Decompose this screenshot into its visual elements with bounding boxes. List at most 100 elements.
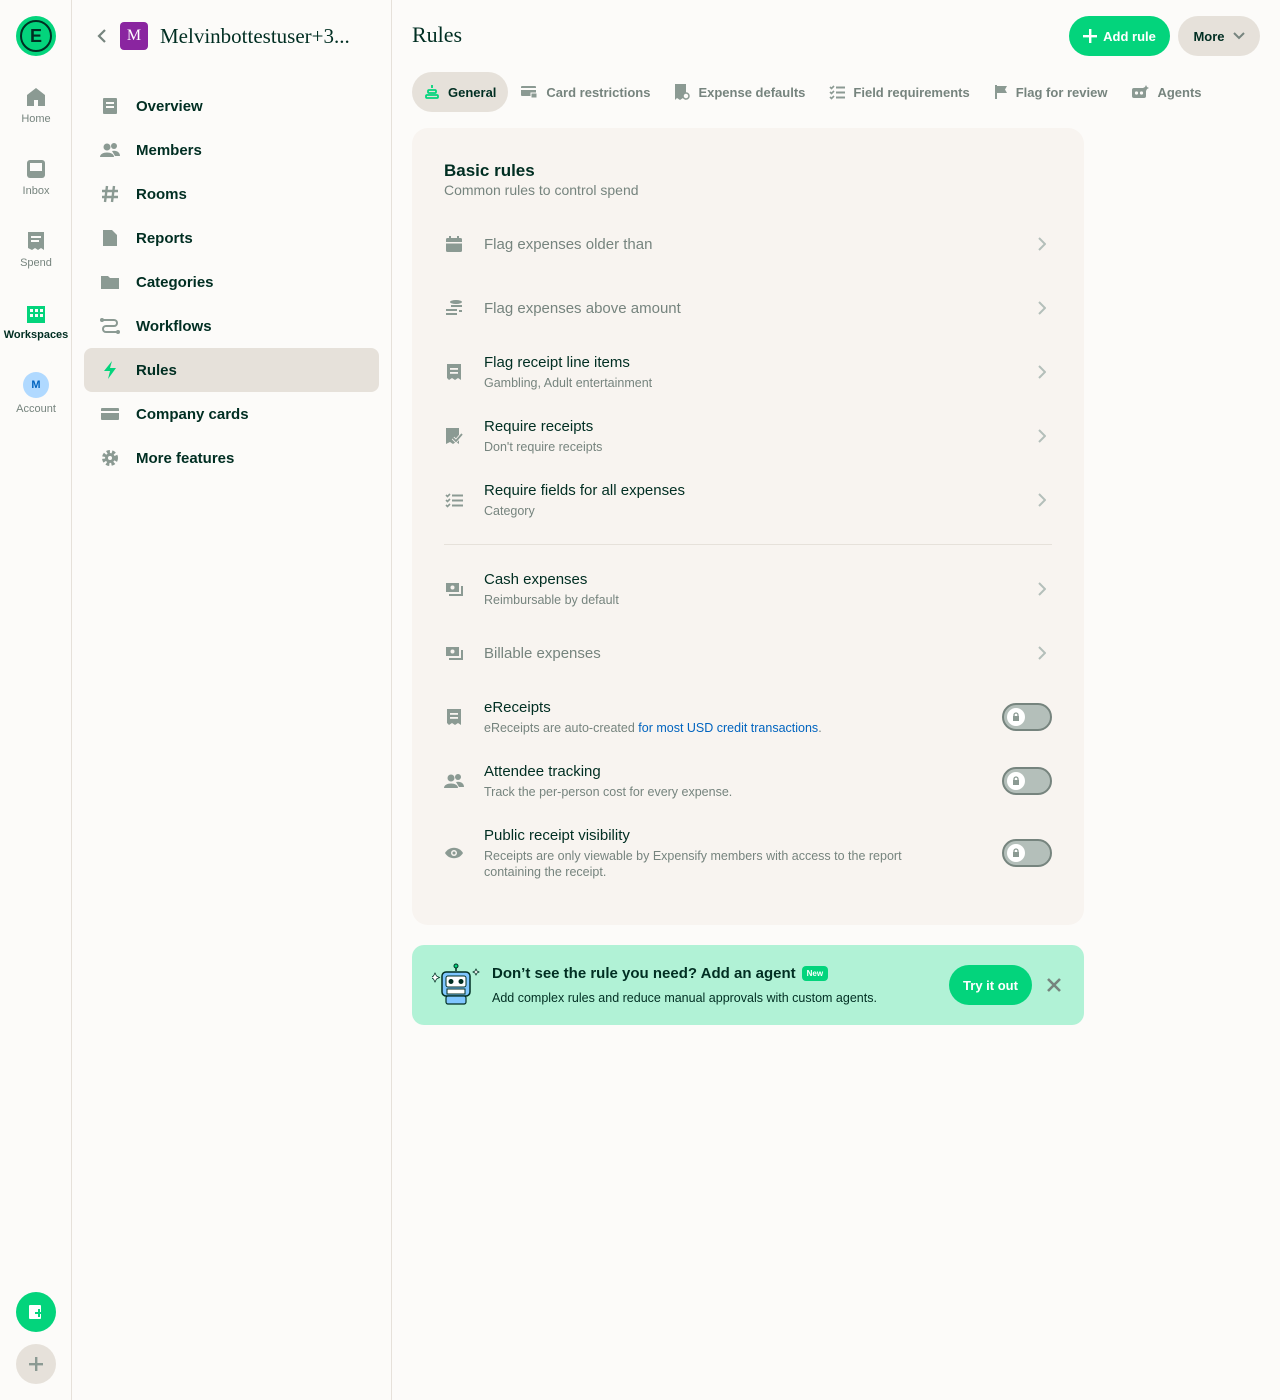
coins-icon (446, 300, 462, 315)
rail-label-account: Account (16, 403, 56, 415)
sidebar-item-more-features[interactable]: More features (84, 436, 379, 480)
sidebar-item-company-cards[interactable]: Company cards (84, 392, 379, 436)
gear-icon (102, 450, 118, 466)
tab-card-restrictions[interactable]: Card restrictions (508, 72, 662, 112)
rule-title: Require fields for all expenses (484, 481, 685, 499)
hashtag-icon (102, 185, 118, 203)
rule-subtitle: Receipts are only viewable by Expensify … (484, 848, 902, 879)
try-it-out-button[interactable]: Try it out (949, 965, 1032, 1005)
new-expense-icon (29, 1305, 43, 1319)
cash-icon (446, 583, 463, 596)
checklist-icon (829, 85, 846, 100)
rule-row-cash-expenses[interactable]: Cash expenses Reimbursable by default (444, 561, 1052, 617)
sidebar-item-rooms[interactable]: Rooms (84, 172, 379, 216)
receipt-icon (447, 709, 461, 725)
rule-row-attendee-tracking: Attendee tracking Track the per-person c… (444, 753, 1052, 809)
ereceipts-toggle[interactable] (1002, 703, 1052, 731)
rule-row-flag-older[interactable]: Flag expenses older than (444, 216, 1052, 272)
card-lock-icon (521, 86, 538, 99)
global-create-button[interactable] (16, 1344, 56, 1384)
rail-label-home: Home (21, 113, 51, 125)
chevron-right-icon (1038, 237, 1046, 251)
tab-agents[interactable]: Agents (1119, 72, 1213, 112)
document-icon (103, 98, 117, 114)
new-badge: New (801, 966, 829, 981)
rule-row-billable-expenses[interactable]: Billable expenses (444, 625, 1052, 681)
sidebar-label-members: Members (136, 141, 202, 159)
workspace-header: M Melvinbottestuser+3... (92, 20, 370, 52)
more-label: More (1193, 28, 1225, 44)
workspace-sidebar: M Melvinbottestuser+3... Overview Member… (72, 0, 392, 1400)
attendee-tracking-toggle[interactable] (1002, 767, 1052, 795)
receipt-icon (447, 364, 461, 380)
rule-title: eReceipts (484, 698, 551, 716)
agent-promo-banner: Don’t see the rule you need? Add an agen… (412, 945, 1084, 1025)
rule-subtitle: Reimbursable by default (484, 592, 619, 607)
ereceipts-link[interactable]: for most USD credit transactions (638, 721, 818, 735)
sidebar-item-overview[interactable]: Overview (84, 84, 379, 128)
rule-subtitle: Category (484, 503, 535, 518)
rail-item-workspaces[interactable]: Workspaces (0, 302, 72, 341)
eye-icon (445, 847, 463, 859)
tab-agents-label: Agents (1157, 84, 1202, 100)
stack-icon (425, 85, 439, 99)
tab-field-requirements-label: Field requirements (853, 84, 970, 100)
sidebar-item-workflows[interactable]: Workflows (84, 304, 379, 348)
public-receipt-visibility-toggle[interactable] (1002, 839, 1052, 867)
chevron-down-icon (1232, 32, 1245, 40)
page-title: Rules (412, 22, 463, 47)
sidebar-label-reports: Reports (136, 229, 193, 247)
rule-row-receipt-line-items[interactable]: Flag receipt line items Gambling, Adult … (444, 344, 1052, 400)
rule-title: Flag expenses above amount (484, 299, 681, 317)
rail-item-inbox[interactable]: Inbox (0, 158, 72, 197)
rail-label-spend: Spend (20, 257, 52, 269)
workspace-name: Melvinbottestuser+3... (160, 23, 350, 48)
chevron-left-icon (97, 29, 106, 43)
rule-subtitle: Don't require receipts (484, 439, 603, 454)
sidebar-item-rules[interactable]: Rules (84, 348, 379, 392)
rule-title: Cash expenses (484, 570, 588, 588)
building-icon (27, 306, 45, 323)
plus-icon (29, 1357, 43, 1371)
file-icon (103, 230, 117, 246)
sidebar-item-reports[interactable]: Reports (84, 216, 379, 260)
rule-title: Billable expenses (484, 644, 601, 662)
lightning-icon (104, 361, 116, 379)
rule-row-flag-amount[interactable]: Flag expenses above amount (444, 280, 1052, 336)
chevron-right-icon (1038, 429, 1046, 443)
add-rule-button[interactable]: Add rule (1069, 16, 1170, 56)
receipt-check-icon (446, 428, 463, 444)
sidebar-item-categories[interactable]: Categories (84, 260, 379, 304)
tab-general[interactable]: General (412, 72, 509, 112)
create-expense-button[interactable] (16, 1292, 56, 1332)
tab-flag-for-review[interactable]: Flag for review (982, 72, 1120, 112)
rail-item-account[interactable]: M Account (0, 372, 72, 415)
dismiss-banner-button[interactable] (1044, 975, 1064, 995)
tab-card-restrictions-label: Card restrictions (546, 84, 651, 100)
rail-item-home[interactable]: Home (0, 86, 72, 125)
rule-row-public-receipt-visibility: Public receipt visibility Receipts are o… (444, 817, 1052, 889)
chevron-right-icon (1038, 365, 1046, 379)
tab-flag-for-review-label: Flag for review (1015, 84, 1108, 100)
rule-row-require-fields[interactable]: Require fields for all expenses Category (444, 472, 1052, 528)
close-icon (1047, 978, 1061, 992)
rule-subtitle-end: . (818, 720, 822, 735)
sidebar-label-categories: Categories (136, 273, 214, 291)
rule-row-ereceipts: eReceipts eReceipts are auto-created for… (444, 689, 1052, 745)
back-button[interactable] (92, 29, 112, 43)
banner-subtitle: Add complex rules and reduce manual appr… (492, 991, 877, 1005)
basic-rules-card: Basic rules Common rules to control spen… (412, 128, 1084, 925)
rule-title: Flag receipt line items (484, 353, 630, 371)
more-button[interactable]: More (1178, 16, 1260, 56)
sidebar-item-members[interactable]: Members (84, 128, 379, 172)
rail-item-spend[interactable]: Spend (0, 230, 72, 269)
tab-field-requirements[interactable]: Field requirements (817, 72, 981, 112)
rule-row-require-receipts[interactable]: Require receipts Don't require receipts (444, 408, 1052, 464)
credit-card-icon (101, 408, 119, 420)
receipt-settings-icon (675, 84, 691, 100)
rule-subtitle: Track the per-person cost for every expe… (484, 784, 733, 799)
expensify-logo[interactable]: E (16, 16, 56, 56)
lock-icon (1013, 776, 1019, 785)
tab-expense-defaults[interactable]: Expense defaults (662, 72, 817, 112)
rule-title: Attendee tracking (484, 762, 601, 780)
